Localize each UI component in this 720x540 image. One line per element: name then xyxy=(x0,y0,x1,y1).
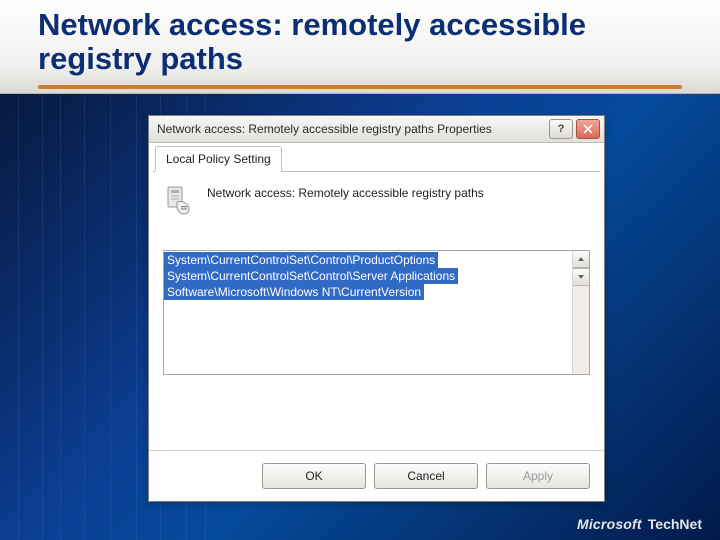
list-item[interactable]: System\CurrentControlSet\Control\Server … xyxy=(164,268,458,284)
policy-label: Network access: Remotely accessible regi… xyxy=(207,186,484,200)
policy-icon xyxy=(163,184,195,216)
help-button[interactable]: ? xyxy=(549,119,573,139)
footer-branding: Microsoft TechNet xyxy=(577,516,702,532)
tab-local-policy-setting[interactable]: Local Policy Setting xyxy=(155,146,282,172)
policy-header-row: Network access: Remotely accessible regi… xyxy=(163,184,590,216)
tab-label: Local Policy Setting xyxy=(166,152,271,166)
ok-button[interactable]: OK xyxy=(262,463,366,489)
listbox-items: System\CurrentControlSet\Control\Product… xyxy=(164,251,572,374)
apply-button-label: Apply xyxy=(523,469,553,483)
close-button[interactable] xyxy=(576,119,600,139)
slide: Network access: remotely accessible regi… xyxy=(0,0,720,540)
dialog-titlebar[interactable]: Network access: Remotely accessible regi… xyxy=(149,116,604,143)
cancel-button[interactable]: Cancel xyxy=(374,463,478,489)
tab-strip: Local Policy Setting xyxy=(153,147,600,172)
slide-title: Network access: remotely accessible regi… xyxy=(38,8,682,76)
chevron-down-icon xyxy=(577,273,585,281)
apply-button[interactable]: Apply xyxy=(486,463,590,489)
cancel-button-label: Cancel xyxy=(407,469,444,483)
chevron-up-icon xyxy=(577,255,585,263)
list-item[interactable]: Software\Microsoft\Windows NT\CurrentVer… xyxy=(164,284,424,300)
microsoft-logo-text: Microsoft xyxy=(577,516,642,532)
registry-paths-listbox[interactable]: System\CurrentControlSet\Control\Product… xyxy=(163,250,590,375)
title-underline xyxy=(38,85,682,89)
properties-dialog: Network access: Remotely accessible regi… xyxy=(148,115,605,502)
dialog-body: Network access: Remotely accessible regi… xyxy=(149,172,604,465)
dialog-button-row: OK Cancel Apply xyxy=(149,450,604,501)
dialog-title: Network access: Remotely accessible regi… xyxy=(157,122,492,136)
ok-button-label: OK xyxy=(305,469,322,483)
help-icon: ? xyxy=(558,121,565,137)
scroll-up-button[interactable] xyxy=(573,251,589,268)
slide-title-area: Network access: remotely accessible regi… xyxy=(0,0,720,94)
technet-logo-text: TechNet xyxy=(648,516,702,532)
vertical-scrollbar[interactable] xyxy=(572,251,589,374)
close-icon xyxy=(583,124,593,134)
list-item[interactable]: System\CurrentControlSet\Control\Product… xyxy=(164,252,438,268)
window-controls: ? xyxy=(549,119,600,139)
scroll-down-button[interactable] xyxy=(573,268,589,286)
